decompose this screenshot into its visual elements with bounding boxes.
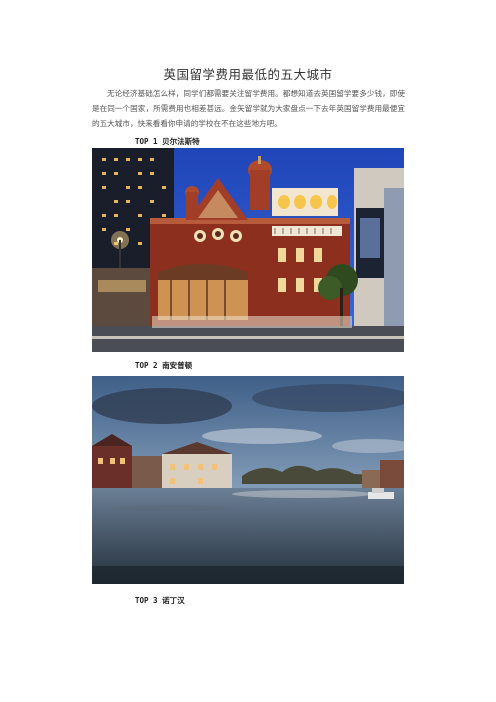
page-title: 英国留学费用最低的五大城市 — [163, 67, 333, 82]
intro-paragraph: 无论经济基础怎么样，同学们都需要关注留学费用。都想知道去英国留学要多少钱，即使是… — [92, 89, 405, 128]
southampton-photo — [92, 376, 404, 584]
belfast-photo — [92, 148, 404, 352]
section-heading-top1: TOP 1 贝尔法斯特 — [135, 137, 200, 146]
section-heading-top3: TOP 3 诺丁汉 — [135, 596, 185, 605]
section-heading-top2: TOP 2 南安普顿 — [135, 361, 193, 370]
document-page: 英国留学费用最低的五大城市 无论经济基础怎么样，同学们都需要关注留学费用。都想知… — [0, 0, 496, 702]
